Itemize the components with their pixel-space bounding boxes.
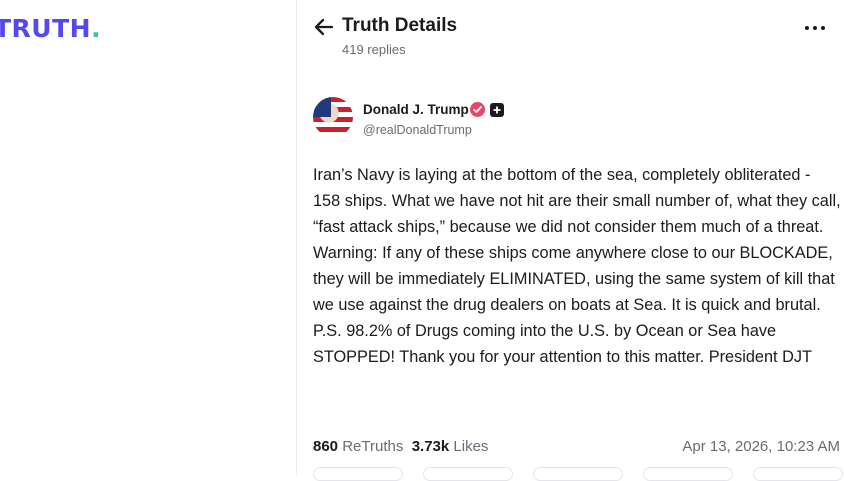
page-title: Truth Details [342,15,458,36]
bookmark-button[interactable] [753,467,843,481]
retruth-button[interactable] [423,467,513,481]
engagement-stats: 860 ReTruths 3.73k Likes [313,438,488,455]
post-detail-panel: Truth Details 419 replies Donald J. Trum… [297,0,844,481]
page-header: Truth Details 419 replies [297,0,844,72]
like-button[interactable] [533,467,623,481]
likes-label[interactable]: Likes [453,438,488,455]
retruths-label[interactable]: ReTruths [342,438,403,455]
author-name[interactable]: Donald J. Trump [363,102,469,117]
post-timestamp: Apr 13, 2026, 10:23 AM [682,438,840,455]
left-sidebar: TRUTH. [0,0,296,475]
post-body: Iran’s Navy is laying at the bottom of t… [313,166,841,366]
truth-social-logo[interactable]: TRUTH. [0,14,101,43]
author-handle[interactable]: @realDonaldTrump [363,123,472,137]
reply-button[interactable] [313,467,403,481]
replies-count: 419 replies [342,42,406,57]
likes-count[interactable]: 3.73k [412,438,450,455]
more-icon[interactable] [803,18,827,38]
retruths-count[interactable]: 860 [313,438,338,455]
badge-icon [490,103,504,117]
verified-icon [470,102,485,117]
avatar[interactable] [313,97,353,137]
post-action-bar [313,467,843,481]
back-arrow-icon[interactable] [313,16,335,38]
share-button[interactable] [643,467,733,481]
